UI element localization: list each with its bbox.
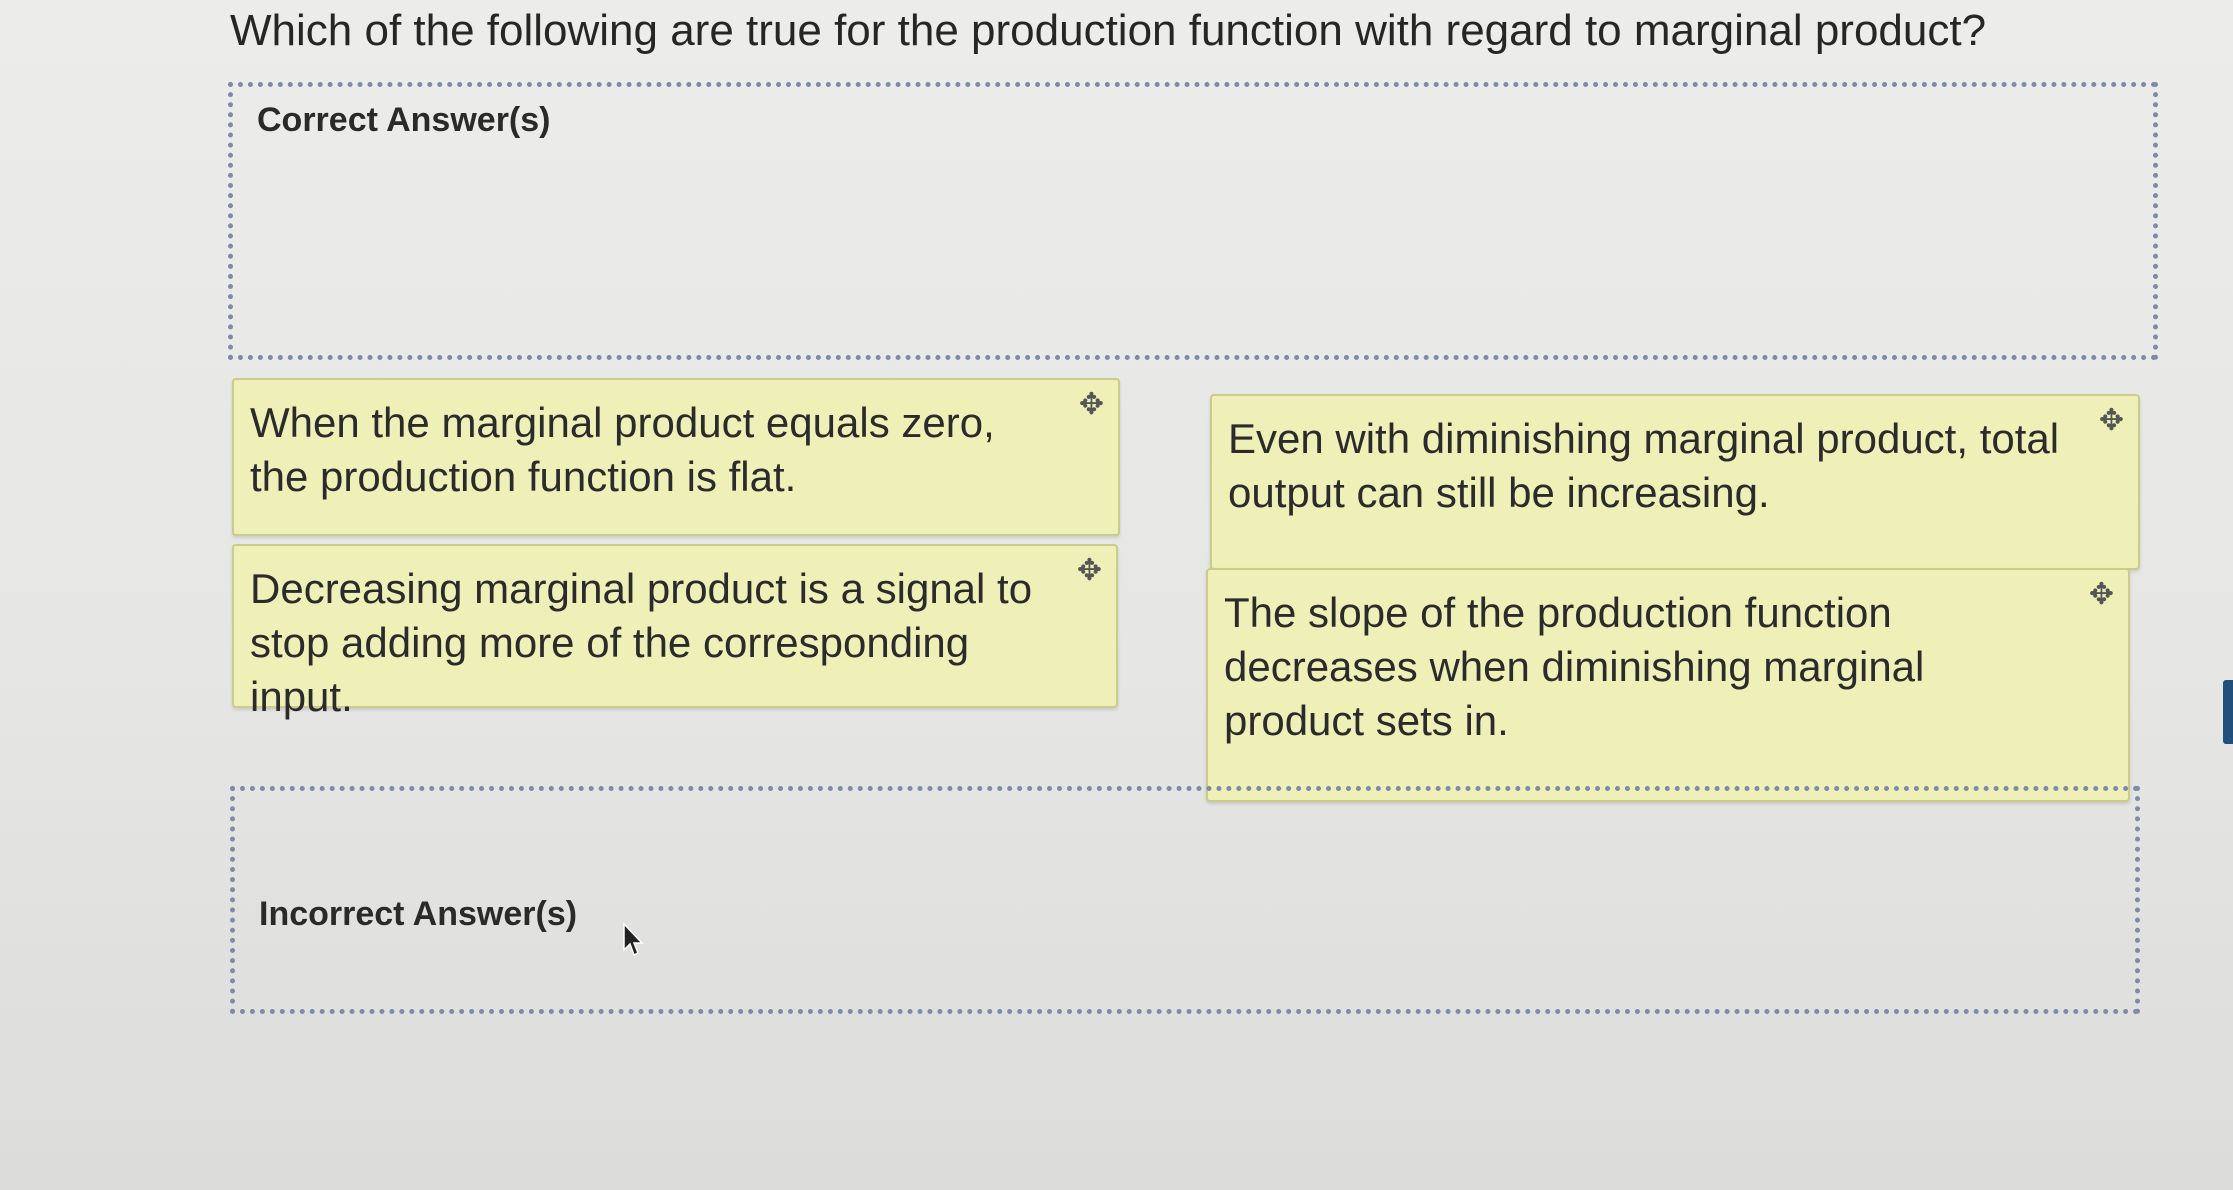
question-text: Which of the following are true for the …: [230, 6, 1987, 55]
correct-answers-dropzone[interactable]: Correct Answer(s): [228, 82, 2158, 360]
move-icon[interactable]: ✥: [2099, 406, 2124, 436]
answer-card-text: Even with diminishing marginal product, …: [1228, 415, 2060, 516]
answer-card-text: The slope of the production function dec…: [1224, 589, 1925, 744]
incorrect-answers-dropzone[interactable]: Incorrect Answer(s): [230, 786, 2140, 1014]
answer-card-text: Decreasing marginal product is a signal …: [250, 565, 1033, 720]
incorrect-answers-label: Incorrect Answer(s): [259, 895, 578, 933]
correct-answers-label: Correct Answer(s): [257, 101, 551, 139]
answer-card[interactable]: Decreasing marginal product is a signal …: [232, 544, 1118, 720]
move-icon[interactable]: ✥: [1077, 556, 1102, 586]
answer-card[interactable]: The slope of the production function dec…: [1206, 568, 2130, 802]
answer-card[interactable]: Even with diminishing marginal product, …: [1210, 394, 2140, 570]
answer-card[interactable]: When the marginal product equals zero, t…: [232, 378, 1120, 536]
move-icon[interactable]: ✥: [2089, 580, 2114, 610]
scrollbar-thumb[interactable]: [2223, 680, 2233, 744]
move-icon[interactable]: ✥: [1079, 390, 1104, 420]
mouse-cursor-icon: [623, 922, 644, 957]
answer-card-text: When the marginal product equals zero, t…: [250, 399, 995, 500]
